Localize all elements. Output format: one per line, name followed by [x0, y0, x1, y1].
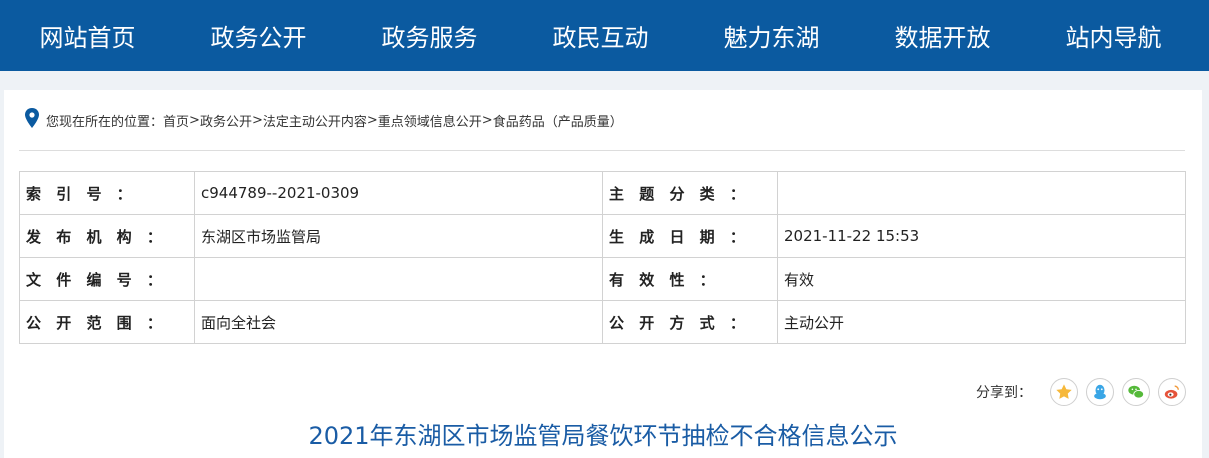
nav-site-map[interactable]: 站内导航	[1028, 18, 1199, 53]
wechat-icon	[1128, 385, 1145, 399]
qzone-star-icon	[1056, 384, 1072, 399]
share-bar: 分享到：	[976, 378, 1186, 406]
nav-home[interactable]: 网站首页	[2, 18, 173, 53]
share-wechat-button[interactable]	[1122, 378, 1150, 406]
index-number-value: c944789--2021-0309	[194, 171, 603, 215]
disclosure-method-label: 公 开 方 式 ：	[602, 300, 778, 344]
validity-value: 有效	[777, 257, 1186, 301]
created-date-label: 生 成 日 期 ：	[602, 214, 778, 258]
publisher-label: 发 布 机 构 ：	[19, 214, 195, 258]
table-row: 发 布 机 构 ： 东湖区市场监管局 生 成 日 期 ： 2021-11-22 …	[19, 214, 1186, 258]
weibo-icon	[1164, 385, 1180, 399]
nav-open-data[interactable]: 数据开放	[857, 18, 1028, 53]
qq-penguin-icon	[1094, 384, 1106, 400]
document-number-label: 文 件 编 号 ：	[19, 257, 195, 301]
publisher-value: 东湖区市场监管局	[194, 214, 603, 258]
breadcrumb-food-drugs[interactable]: 食品药品（产品质量）	[493, 111, 623, 130]
nav-charm-donghu[interactable]: 魅力东湖	[686, 18, 857, 53]
share-qzone-button[interactable]	[1050, 378, 1078, 406]
breadcrumb-separator: >	[481, 112, 493, 128]
breadcrumb-prefix: 您现在所在的位置：	[46, 114, 164, 130]
top-navigation: 网站首页 政务公开 政务服务 政民互动 魅力东湖 数据开放 站内导航	[0, 0, 1209, 71]
content-panel: 您现在所在的位置： 首页 > 政务公开 > 法定主动公开内容 > 重点领域信息公…	[4, 90, 1202, 458]
location-pin-icon	[25, 108, 39, 128]
nav-interaction[interactable]: 政民互动	[515, 18, 686, 53]
table-row: 公 开 范 围 ： 面向全社会 公 开 方 式 ： 主动公开	[19, 300, 1186, 344]
disclosure-scope-label: 公 开 范 围 ：	[19, 300, 195, 344]
nav-gov-affairs-open[interactable]: 政务公开	[173, 18, 344, 53]
breadcrumb-key-areas[interactable]: 重点领域信息公开	[378, 111, 482, 130]
document-metadata-table: 索 引 号 ： c944789--2021-0309 主 题 分 类 ： 发 布…	[19, 171, 1186, 344]
disclosure-method-value: 主动公开	[777, 300, 1186, 344]
breadcrumb-gov-affairs-open[interactable]: 政务公开	[200, 111, 252, 130]
breadcrumb-separator: >	[251, 112, 263, 128]
divider	[19, 150, 1185, 151]
document-number-value	[194, 257, 603, 301]
breadcrumb-separator: >	[189, 112, 200, 128]
created-date-value: 2021-11-22 15:53	[777, 214, 1186, 258]
breadcrumb-home[interactable]: 首页	[163, 111, 189, 130]
share-label: 分享到：	[976, 385, 1032, 401]
disclosure-scope-value: 面向全社会	[194, 300, 603, 344]
breadcrumb: 您现在所在的位置： 首页 > 政务公开 > 法定主动公开内容 > 重点领域信息公…	[24, 108, 623, 132]
table-row: 索 引 号 ： c944789--2021-0309 主 题 分 类 ：	[19, 171, 1186, 215]
topic-category-value	[777, 171, 1186, 215]
share-qq-button[interactable]	[1086, 378, 1114, 406]
validity-label: 有 效 性 ：	[602, 257, 778, 301]
article-title: 2021年东湖区市场监管局餐饮环节抽检不合格信息公示	[308, 422, 898, 450]
breadcrumb-statutory-content[interactable]: 法定主动公开内容	[263, 111, 367, 130]
breadcrumb-separator: >	[366, 112, 378, 128]
share-weibo-button[interactable]	[1158, 378, 1186, 406]
topic-category-label: 主 题 分 类 ：	[602, 171, 778, 215]
index-number-label: 索 引 号 ：	[19, 171, 195, 215]
table-row: 文 件 编 号 ： 有 效 性 ： 有效	[19, 257, 1186, 301]
nav-gov-services[interactable]: 政务服务	[344, 18, 515, 53]
